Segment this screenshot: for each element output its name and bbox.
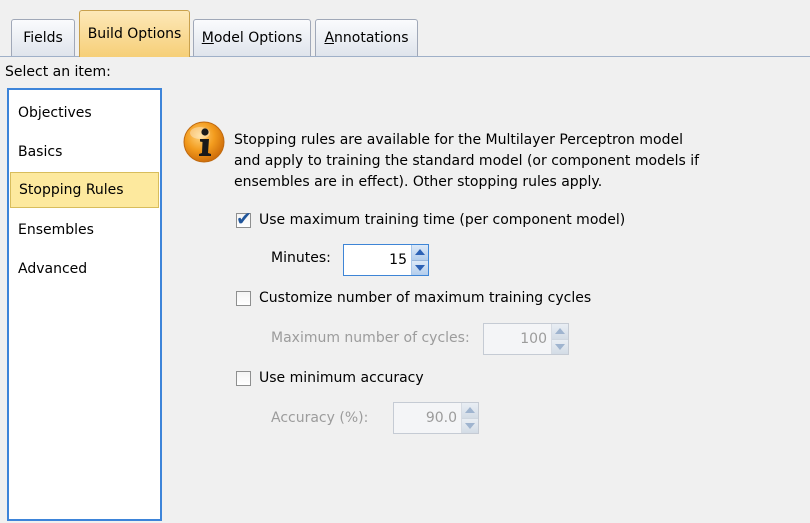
info-icon bbox=[182, 120, 226, 164]
tab-model-options-label-rest: odel Options bbox=[213, 30, 303, 46]
max-cycles-label: Customize number of maximum training cyc… bbox=[259, 290, 592, 306]
arrow-down-icon bbox=[555, 343, 565, 350]
accuracy-spinner[interactable]: 90.0 bbox=[393, 402, 479, 434]
list-item-label: Stopping Rules bbox=[19, 182, 124, 198]
list-item-label: Objectives bbox=[18, 105, 92, 121]
cycles-decrement-button[interactable] bbox=[552, 338, 568, 354]
cycles-label: Maximum number of cycles: bbox=[271, 330, 470, 346]
max-cycles-checkbox[interactable] bbox=[236, 290, 251, 306]
arrow-down-icon bbox=[465, 422, 475, 429]
tab-model-options-mnemonic: M bbox=[201, 30, 214, 46]
minutes-spinner[interactable]: 15 bbox=[343, 244, 429, 276]
max-training-time-checkbox[interactable]: ✔ bbox=[236, 208, 252, 230]
tab-build-options-label: Build Options bbox=[87, 26, 182, 42]
minutes-spinner-arrows bbox=[411, 245, 428, 275]
info-text-line: and apply to training the standard model… bbox=[234, 153, 700, 169]
cycles-spinner-arrows bbox=[551, 324, 568, 354]
max-training-time-label: Use maximum training time (per component… bbox=[259, 212, 626, 228]
tab-fields[interactable]: Fields bbox=[11, 19, 75, 56]
arrow-down-icon bbox=[415, 264, 425, 271]
cycles-increment-button[interactable] bbox=[552, 324, 568, 339]
list-item-label: Basics bbox=[18, 144, 63, 160]
tab-bar: Fields Build Options Model Options Annot… bbox=[0, 0, 810, 58]
list-item-label: Advanced bbox=[18, 261, 88, 277]
accuracy-value[interactable]: 90.0 bbox=[394, 403, 461, 433]
tab-annotations-label: Annotations bbox=[324, 30, 408, 46]
list-item-stopping-rules[interactable]: Stopping Rules bbox=[10, 172, 159, 208]
tab-build-options[interactable]: Build Options bbox=[79, 10, 190, 57]
minutes-value[interactable]: 15 bbox=[344, 245, 411, 275]
item-list[interactable]: Objectives Basics Stopping Rules Ensembl… bbox=[7, 88, 162, 521]
info-text-line: Stopping rules are available for the Mul… bbox=[234, 132, 683, 148]
max-cycles-option[interactable]: Customize number of maximum training cyc… bbox=[236, 290, 591, 306]
cycles-value[interactable]: 100 bbox=[484, 324, 551, 354]
accuracy-spinner-arrows bbox=[461, 403, 478, 433]
min-accuracy-option[interactable]: Use minimum accuracy bbox=[236, 370, 424, 386]
list-item-label: Ensembles bbox=[18, 222, 94, 238]
arrow-up-icon bbox=[555, 328, 565, 335]
accuracy-row: Accuracy (%): bbox=[271, 410, 368, 426]
tab-annotations-mnemonic: A bbox=[324, 30, 335, 46]
accuracy-label: Accuracy (%): bbox=[271, 410, 369, 426]
minutes-decrement-button[interactable] bbox=[412, 259, 428, 275]
cycles-spinner[interactable]: 100 bbox=[483, 323, 569, 355]
list-item-ensembles[interactable]: Ensembles bbox=[10, 212, 159, 248]
minutes-label: Minutes: bbox=[271, 250, 331, 266]
min-accuracy-checkbox[interactable] bbox=[236, 370, 251, 386]
tab-fields-label: Fields bbox=[23, 30, 63, 46]
accuracy-increment-button[interactable] bbox=[462, 403, 478, 418]
arrow-up-icon bbox=[465, 407, 475, 414]
max-training-time-option[interactable]: ✔ Use maximum training time (per compone… bbox=[236, 208, 626, 230]
list-item-advanced[interactable]: Advanced bbox=[10, 251, 159, 287]
tab-annotations[interactable]: Annotations bbox=[315, 19, 418, 56]
arrow-up-icon bbox=[415, 249, 425, 256]
info-text: Stopping rules are available for the Mul… bbox=[234, 130, 754, 193]
checkmark-icon: ✔ bbox=[236, 207, 252, 230]
list-item-basics[interactable]: Basics bbox=[10, 134, 159, 170]
info-text-line: ensembles are in effect). Other stopping… bbox=[234, 174, 603, 190]
tab-annotations-label-rest: nnotations bbox=[334, 30, 409, 46]
tab-model-options[interactable]: Model Options bbox=[193, 19, 311, 56]
min-accuracy-label: Use minimum accuracy bbox=[259, 370, 424, 386]
cycles-row: Maximum number of cycles: bbox=[271, 330, 470, 346]
accuracy-decrement-button[interactable] bbox=[462, 417, 478, 433]
select-item-label: Select an item: bbox=[5, 64, 111, 80]
minutes-row: Minutes: bbox=[271, 250, 331, 266]
tab-model-options-label: Model Options bbox=[202, 30, 303, 46]
build-options-dialog: Fields Build Options Model Options Annot… bbox=[0, 0, 810, 523]
minutes-increment-button[interactable] bbox=[412, 245, 428, 260]
list-item-objectives[interactable]: Objectives bbox=[10, 95, 159, 131]
